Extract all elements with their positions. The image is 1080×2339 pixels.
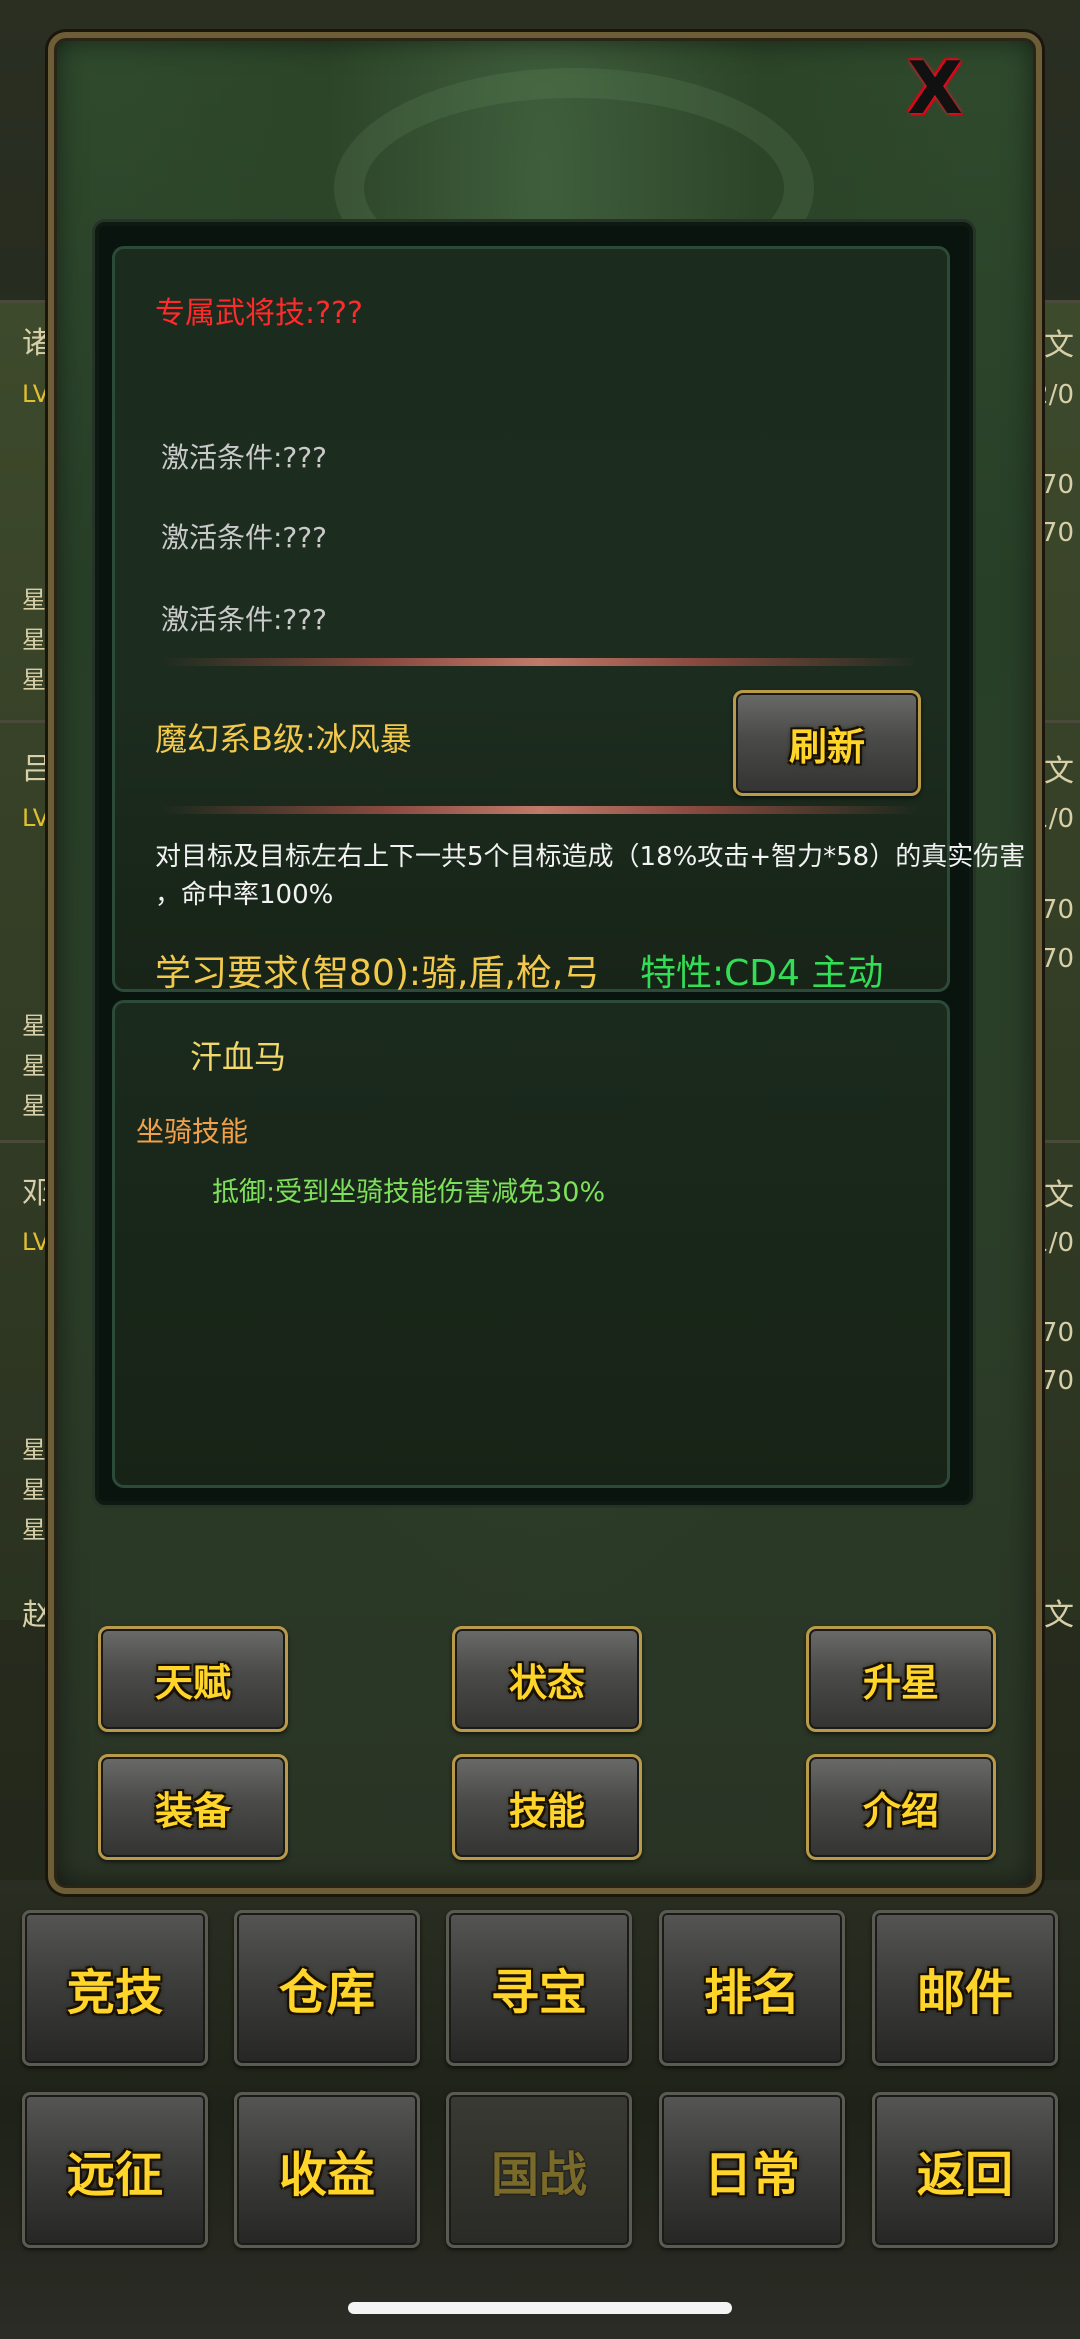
background-peek-text: 星 [22, 1092, 46, 1120]
background-peek-text: LV [22, 804, 50, 832]
skill-trait: 特性:CD4 主动 [640, 953, 884, 994]
skill-description-cont: ，命中率100% [155, 880, 334, 910]
background-peek-text: 星 [22, 1052, 46, 1080]
background-peek-text: 星 [22, 666, 46, 694]
background-peek-text: 文 [1044, 1178, 1074, 1213]
exclusive-skill-label: 专属武将技:??? [155, 296, 363, 331]
equipment-tab-button[interactable]: 装备 [98, 1754, 288, 1860]
background-peek-text: 星 [22, 1436, 46, 1464]
learn-requirement: 学习要求(智80):骑,盾,枪,弓 [155, 953, 600, 994]
skill-description: 对目标及目标左右上下一共5个目标造成（18%攻击+智力*58）的真实伤害 [155, 842, 1026, 872]
background-peek-text: 星 [22, 1516, 46, 1544]
refresh-button[interactable]: 刷新 [733, 690, 921, 796]
ranking-button[interactable]: 排名 [659, 1910, 845, 2066]
mail-button[interactable]: 邮件 [872, 1910, 1058, 2066]
mount-name: 汗血马 [190, 1038, 287, 1076]
treasure-hunt-button[interactable]: 寻宝 [446, 1910, 632, 2066]
mount-skill-header: 坐骑技能 [136, 1115, 249, 1148]
background-peek-text: 文 [1044, 754, 1074, 789]
skill-name: 魔幻系B级:冰风暴 [155, 720, 412, 758]
close-icon[interactable]: X [900, 48, 970, 128]
activation-condition: 激活条件:??? [161, 521, 328, 554]
back-button[interactable]: 返回 [872, 2092, 1058, 2248]
skill-tab-button[interactable]: 技能 [452, 1754, 642, 1860]
status-tab-button[interactable]: 状态 [452, 1626, 642, 1732]
section-divider [160, 658, 920, 666]
background-peek-text: 星 [22, 626, 46, 654]
talent-tab-button[interactable]: 天赋 [98, 1626, 288, 1732]
background-peek-text: 星 [22, 1012, 46, 1040]
star-up-tab-button[interactable]: 升星 [806, 1626, 996, 1732]
income-button[interactable]: 收益 [234, 2092, 420, 2248]
activation-condition: 激活条件:??? [161, 441, 328, 474]
background-peek-text: LV [22, 1228, 50, 1256]
background-peek-text: 星 [22, 1476, 46, 1504]
warehouse-button[interactable]: 仓库 [234, 1910, 420, 2066]
background-peek-text: 文 [1044, 1598, 1074, 1633]
daily-button[interactable]: 日常 [659, 2092, 845, 2248]
expedition-button[interactable]: 远征 [22, 2092, 208, 2248]
section-divider [160, 806, 920, 814]
arena-button[interactable]: 竞技 [22, 1910, 208, 2066]
nation-war-button[interactable]: 国战 [446, 2092, 632, 2248]
intro-tab-button[interactable]: 介绍 [806, 1754, 996, 1860]
home-indicator[interactable] [348, 2302, 732, 2314]
background-peek-text: LV [22, 380, 50, 408]
activation-condition: 激活条件:??? [161, 603, 328, 636]
background-peek-text: 星 [22, 586, 46, 614]
mount-skill-description: 抵御:受到坐骑技能伤害减免30% [212, 1177, 606, 1208]
background-peek-text: 文 [1044, 328, 1074, 363]
